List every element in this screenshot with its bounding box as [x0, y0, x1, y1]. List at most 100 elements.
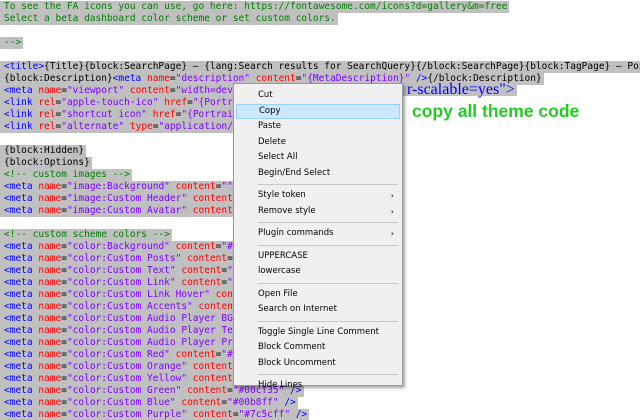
menu-separator: [258, 184, 398, 185]
menu-item-block-comment[interactable]: Block Comment: [236, 340, 400, 355]
code-token: content: [129, 85, 170, 96]
menu-item-open-file[interactable]: Open File: [236, 287, 400, 302]
code-line: To see the FA icons you can use, go here…: [0, 1, 510, 13]
code-line: <meta name="image:Custom Avatar" content…: [0, 205, 241, 217]
code-token: content: [192, 205, 233, 216]
menu-item-label: Plugin commands: [258, 228, 334, 238]
menu-item-uppercase[interactable]: UPPERCASE: [236, 249, 400, 264]
code-token: "apple-touch-ico": [61, 97, 165, 108]
menu-item-plugin-commands[interactable]: Plugin commands ›: [236, 226, 400, 241]
code-token: content: [181, 397, 222, 408]
code-token: <link: [4, 121, 39, 132]
code-token: <meta: [4, 349, 39, 360]
code-line: <meta name="color:Background" content="#…: [0, 241, 241, 253]
code-token: "color:Custom Link": [66, 277, 182, 288]
code-token: <meta: [4, 205, 39, 216]
code-line: <meta name="color:Custom Audio Player Te…: [0, 325, 241, 337]
code-token: "#00b8ff": [227, 397, 285, 408]
code-token: content: [181, 277, 222, 288]
code-line: <title>{Title}{block:SearchPage} — {lang…: [0, 61, 640, 73]
menu-item-remove-style[interactable]: Remove style ›: [236, 204, 400, 219]
code-token: "color:Custom Red": [66, 349, 176, 360]
menu-item-search-on-internet[interactable]: Search on Internet: [236, 302, 400, 317]
code-token: "#7c5cff": [238, 409, 296, 420]
menu-separator: [258, 222, 398, 223]
menu-item-paste[interactable]: Paste: [236, 119, 400, 134]
code-token: Select a beta dashboard color scheme or …: [4, 13, 336, 24]
code-line: <meta name="color:Custom Yellow" content: [0, 373, 235, 385]
code-token: <meta: [4, 253, 39, 264]
menu-item-label: Block Comment: [258, 342, 326, 352]
code-token: content: [187, 253, 228, 264]
code-token: />: [295, 409, 308, 420]
code-token: name: [38, 241, 62, 252]
menu-item-block-uncomment[interactable]: Block Uncomment: [236, 356, 400, 371]
menu-separator: [258, 320, 398, 322]
menu-item-label: Block Uncomment: [258, 357, 336, 368]
code-token: "color:Custom Yellow": [66, 373, 193, 384]
code-token: <meta: [4, 193, 39, 204]
menu-item-cut[interactable]: Cut: [236, 88, 400, 103]
code-token: "alternate": [61, 121, 130, 132]
menu-item-label: Paste: [258, 121, 281, 131]
code-token: name: [38, 205, 62, 216]
code-line: <meta name="color:Custom Text" content="…: [0, 265, 241, 277]
code-line: -->: [0, 37, 24, 49]
code-token: content: [175, 241, 216, 252]
menu-item-label: Cut: [258, 90, 273, 100]
menu-item-label: Delete: [258, 136, 286, 147]
code-token: content: [192, 361, 233, 372]
menu-item-style-token[interactable]: Style token ›: [236, 188, 400, 203]
code-line: <!-- custom scheme colors -->: [0, 229, 172, 241]
menu-item-label: Search on Internet: [258, 304, 337, 314]
menu-separator: [258, 244, 398, 246]
code-token: <meta: [4, 325, 39, 336]
code-token: name: [38, 325, 62, 336]
code-line: <link rel="alternate" type="application/…: [0, 121, 241, 133]
menu-item-select-all[interactable]: Select All: [236, 150, 400, 165]
code-token: {block:Description}: [4, 73, 113, 84]
menu-separator: [258, 374, 398, 375]
code-token: rel: [38, 97, 56, 108]
code-token: "image:Background": [66, 181, 176, 192]
code-token: "color:Custom Audio Player Pro: [66, 337, 239, 348]
code-token: content: [187, 385, 228, 396]
code-line: <meta name="color:Custom Audio Player BG…: [0, 313, 241, 325]
code-line-tail: r-scalable=yes">: [403, 82, 517, 98]
code-line: <meta name="image:Custom Header" content…: [0, 193, 241, 205]
code-token: <meta: [4, 289, 39, 300]
code-line: <meta name="color:Custom Link Hover" con…: [0, 289, 241, 301]
code-token: <!-- custom scheme colors -->: [4, 229, 170, 240]
code-token: content: [181, 265, 222, 276]
code-token: <meta: [4, 361, 39, 372]
code-token: "image:Custom Header": [66, 193, 193, 204]
code-token: "color:Custom Accents": [66, 301, 199, 312]
code-line: <meta name="color:Custom Posts" content=…: [0, 253, 241, 265]
code-token: {Title}{block:SearchPage} — {lang:Search…: [44, 61, 640, 72]
code-token: "color:Custom Orange": [66, 361, 193, 372]
code-token: <meta: [4, 241, 39, 252]
code-token: name: [38, 361, 62, 372]
code-token: "color:Custom Blue": [66, 397, 182, 408]
menu-item-copy[interactable]: Copy: [236, 103, 400, 119]
code-line: <meta name="color:Custom Purple" content…: [0, 409, 310, 420]
annotation-text: copy all theme code: [412, 101, 580, 121]
chevron-right-icon: ›: [390, 206, 394, 216]
code-token: -->: [4, 37, 22, 48]
menu-item-label: Style token: [258, 190, 306, 200]
menu-item-begin-end-select[interactable]: Begin/End Select: [236, 166, 400, 181]
menu-item-lowercase[interactable]: lowercase: [236, 264, 400, 279]
menu-item-toggle-single-line-comment[interactable]: Toggle Single Line Comment: [236, 325, 400, 340]
code-token: "color:Custom Link Hover": [66, 289, 216, 300]
chevron-right-icon: ›: [390, 229, 394, 238]
code-token: <meta: [4, 85, 39, 96]
code-line: <meta name="color:Custom Audio Player Pr…: [0, 337, 241, 349]
code-token: <meta: [4, 337, 39, 348]
code-token: <link: [4, 97, 39, 108]
code-line: <meta name="viewport" content="width=dev: [0, 85, 235, 97]
code-token: content: [192, 193, 233, 204]
code-token: />: [284, 397, 296, 408]
menu-item-hide-lines[interactable]: Hide Lines: [236, 378, 400, 393]
code-token: "viewport": [66, 85, 130, 96]
menu-item-delete[interactable]: Delete: [236, 135, 400, 150]
